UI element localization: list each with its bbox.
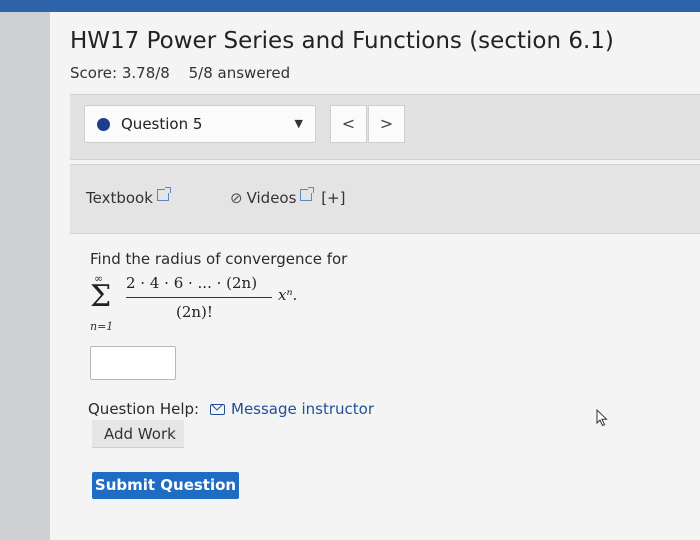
dropdown-caret-icon: ▼ <box>294 117 303 130</box>
message-instructor-label: Message instructor <box>231 400 375 418</box>
textbook-link[interactable]: Textbook <box>86 187 171 207</box>
fraction-denominator: (2n)! <box>176 303 213 321</box>
prev-question-button[interactable]: < <box>330 105 367 143</box>
external-link-icon <box>300 187 315 201</box>
top-bar <box>0 0 700 12</box>
score-line: Score: 3.78/8 5/8 answered <box>70 64 290 82</box>
mail-icon <box>210 404 225 415</box>
message-instructor-link[interactable]: Message instructor <box>210 400 374 418</box>
add-work-button[interactable]: Add Work <box>92 420 184 448</box>
score-text: Score: 3.78/8 <box>70 64 170 82</box>
question-help-label: Question Help: <box>88 400 200 418</box>
answered-count: 5/8 answered <box>188 64 291 82</box>
textbook-label: Textbook <box>86 189 153 207</box>
submit-question-button[interactable]: Submit Question <box>92 472 239 499</box>
fraction-bar <box>126 297 272 298</box>
external-link-icon <box>156 187 171 201</box>
mouse-cursor-icon <box>596 408 608 427</box>
question-select-label: Question 5 <box>121 115 203 133</box>
sum-lower-limit: n=1 <box>90 320 114 333</box>
left-strip <box>0 12 50 540</box>
page-title: HW17 Power Series and Functions (section… <box>70 28 614 54</box>
assignment-page: HW17 Power Series and Functions (section… <box>50 12 700 540</box>
fraction-numerator: 2 · 4 · 6 · ... · (2n) <box>126 274 258 292</box>
resources-bar: Textbook ⊘ Videos [+] <box>70 164 700 234</box>
summation-icon: Σ <box>90 279 112 314</box>
question-select[interactable]: Question 5 ▼ <box>84 105 316 143</box>
paperclip-icon: ⊘ <box>230 189 243 207</box>
series-expression: ∞ Σ n=1 2 · 4 · 6 · ... · (2n) (2n)! xⁿ. <box>88 270 328 336</box>
power-term: xⁿ. <box>278 286 298 304</box>
question-prompt: Find the radius of convergence for <box>90 250 348 268</box>
answer-input[interactable] <box>90 346 176 380</box>
videos-link[interactable]: ⊘ Videos [+] <box>230 187 345 207</box>
question-nav-bar: Question 5 ▼ < > <box>70 94 700 160</box>
next-question-button[interactable]: > <box>368 105 405 143</box>
question-status-dot-icon <box>97 118 110 131</box>
videos-expand[interactable]: [+] <box>321 189 345 207</box>
videos-label: Videos <box>246 189 297 207</box>
